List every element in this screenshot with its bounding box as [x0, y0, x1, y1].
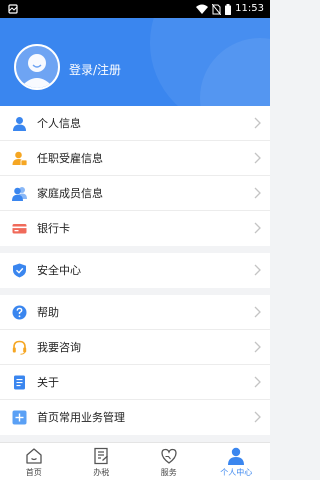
menu-group-personal: 个人信息 任职受雇信息 家庭成员信息 银行卡 [0, 106, 270, 246]
chevron-right-icon [254, 341, 261, 353]
wifi-icon [196, 4, 209, 14]
bank-card-icon [12, 224, 27, 234]
tab-service[interactable]: 服务 [135, 443, 203, 480]
shield-icon [13, 263, 26, 278]
chevron-right-icon [254, 376, 261, 388]
tab-personal-center[interactable]: 个人中心 [203, 443, 271, 480]
chevron-right-icon [254, 117, 261, 129]
add-icon [12, 410, 27, 425]
chevron-right-icon [254, 152, 261, 164]
tab-tax[interactable]: 办税 [68, 443, 136, 480]
chevron-right-icon [254, 264, 261, 276]
no-sim-icon [212, 3, 222, 15]
menu-item-employment-info[interactable]: 任职受雇信息 [0, 141, 270, 176]
menu-item-family-info[interactable]: 家庭成员信息 [0, 176, 270, 211]
menu-item-label: 家庭成员信息 [37, 187, 103, 200]
menu-item-label: 我要咨询 [37, 341, 81, 354]
service-heart-icon [161, 448, 177, 464]
family-icon [12, 187, 27, 201]
menu-item-home-business-management[interactable]: 首页常用业务管理 [0, 400, 270, 435]
menu-item-security-center[interactable]: 安全中心 [0, 253, 270, 288]
bottom-tab-bar: 首页 办税 服务 个人中心 [0, 442, 270, 480]
tab-label: 办税 [93, 468, 110, 477]
home-icon [26, 448, 42, 464]
tab-label: 服务 [160, 468, 177, 477]
chevron-right-icon [254, 222, 261, 234]
employment-icon [12, 151, 27, 166]
menu-item-label: 银行卡 [37, 222, 70, 235]
user-center-icon [228, 447, 245, 465]
menu-item-label: 首页常用业务管理 [37, 411, 125, 424]
menu-item-label: 关于 [37, 376, 59, 389]
menu-item-bank-card[interactable]: 银行卡 [0, 211, 270, 246]
menu-item-label: 帮助 [37, 306, 59, 319]
chevron-right-icon [254, 306, 261, 318]
profile-header: 登录/注册 [0, 18, 270, 106]
menu-item-label: 任职受雇信息 [37, 152, 103, 165]
menu-item-consult[interactable]: 我要咨询 [0, 330, 270, 365]
clock-time: 11:53 [235, 3, 264, 14]
notification-icon [8, 4, 18, 14]
menu-item-about[interactable]: 关于 [0, 365, 270, 400]
default-avatar-icon [20, 54, 54, 88]
menu-item-personal-info[interactable]: 个人信息 [0, 106, 270, 141]
chevron-right-icon [254, 187, 261, 199]
login-register-link[interactable]: 登录/注册 [69, 61, 121, 78]
person-icon [13, 117, 26, 131]
tab-label: 个人中心 [220, 468, 253, 477]
tab-home[interactable]: 首页 [0, 443, 68, 480]
menu-group-help: 帮助 我要咨询 关于 首页常用业务管理 [0, 295, 270, 435]
headset-icon [12, 340, 27, 355]
menu-item-label: 安全中心 [37, 264, 81, 277]
menu-item-help[interactable]: 帮助 [0, 295, 270, 330]
battery-icon [225, 3, 232, 15]
tax-document-icon [94, 447, 109, 465]
document-icon [14, 375, 25, 390]
chevron-right-icon [254, 411, 261, 423]
menu-item-label: 个人信息 [37, 117, 81, 130]
status-bar: 11:53 [0, 0, 270, 18]
avatar[interactable] [14, 44, 60, 90]
tab-label: 首页 [25, 468, 42, 477]
menu-group-security: 安全中心 [0, 253, 270, 288]
help-icon [12, 305, 27, 320]
